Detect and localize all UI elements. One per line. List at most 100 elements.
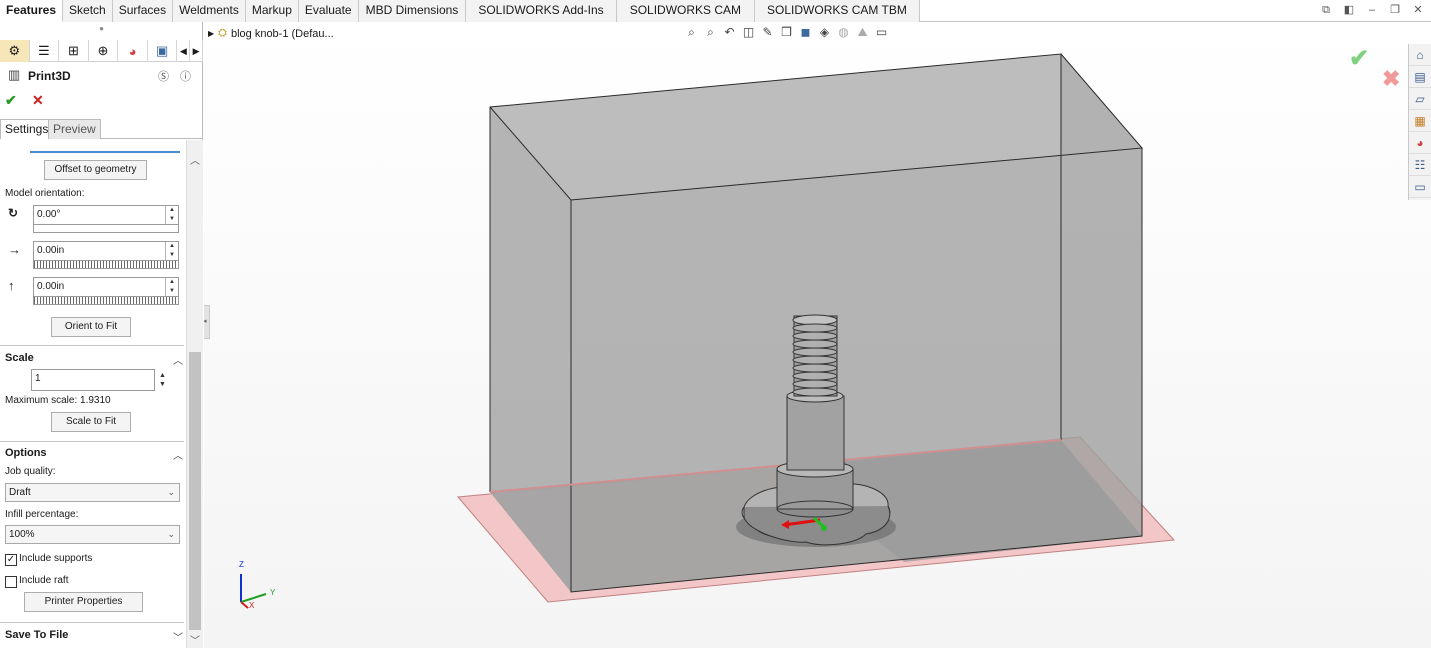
y-offset-spin-arrows[interactable]: ▲ ▼ [165,278,178,296]
view-orientation-icon[interactable]: ❒ [779,25,794,40]
tab-sketch[interactable]: Sketch [63,0,113,22]
tab-settings[interactable]: Settings [0,119,54,139]
display-style-icon[interactable]: ◼ [798,25,813,40]
dimxpert-manager-icon[interactable]: ⊕ [89,40,119,62]
maximum-scale-label: Maximum scale: 1.9310 [5,395,111,406]
scroll-down-icon[interactable]: ﹀ [190,632,200,647]
x-offset-input[interactable]: 0.00in ▲ ▼ [33,241,179,261]
zoom-to-area-icon[interactable]: ⌕ [703,25,718,40]
orientation-origin-dot[interactable] [821,525,827,531]
settings-preview-tabs: Settings Preview [0,119,203,139]
scroll-up-icon[interactable]: ︿ [190,152,200,167]
confirmation-ok-check-icon[interactable]: ✔ [1349,44,1369,73]
save-to-file-expand-chevron-icon[interactable]: ﹀ [173,629,183,644]
minimize-icon[interactable]: – [1365,4,1379,18]
job-quality-select[interactable]: Draft ⌄ [5,483,180,502]
zoom-to-fit-icon[interactable]: ⌕ [684,25,699,40]
save-to-file-section-heading[interactable]: Save To File [5,629,68,641]
offset-to-geometry-button[interactable]: Offset to geometry [44,160,147,180]
rotation-spin-arrows[interactable]: ▲ ▼ [165,206,178,224]
options-collapse-chevron-icon[interactable]: ︿ [173,447,183,462]
confirmation-cancel-x-icon[interactable]: ✖ [1382,66,1400,92]
apply-scene-icon[interactable]: ⛰ [855,25,870,40]
tab-scroll-left-icon[interactable]: ◀ [177,40,191,62]
x-offset-thumbwheel[interactable] [33,261,179,269]
tab-preview[interactable]: Preview [48,119,101,139]
panel-collapse-handle[interactable]: ◂ [204,305,210,339]
part-name-label: blog knob-1 (Defau... [230,27,334,40]
tile-side-icon[interactable]: ◧ [1342,4,1356,18]
scale-collapse-chevron-icon[interactable]: ︿ [173,352,183,367]
rotation-angle-input[interactable]: 0.00° ▲ ▼ [33,205,179,225]
custom-properties-icon[interactable]: ☷ [1409,154,1431,176]
tab-solidworks-cam-tbm[interactable]: SOLIDWORKS CAM TBM [755,0,920,22]
design-library-icon[interactable]: ▤ [1409,66,1431,88]
rotation-slider[interactable] [33,225,179,233]
tab-mbd-dimensions[interactable]: MBD Dimensions [358,0,467,22]
command-manager-ribbon: Features Sketch Surfaces Weldments Marku… [0,0,1431,22]
y-offset-input[interactable]: 0.00in ▲ ▼ [33,277,179,297]
chevron-down-icon: ⌄ [167,487,175,497]
display-manager-icon[interactable]: ◕ [118,40,148,62]
tab-weldments[interactable]: Weldments [173,0,246,22]
previous-view-icon[interactable]: ↶ [722,25,737,40]
cancel-x-icon[interactable]: ✕ [32,92,44,109]
scrollbar-thumb[interactable] [189,352,201,630]
ok-check-icon[interactable]: ✔ [5,92,17,109]
tab-solidworks-cam[interactable]: SOLIDWORKS CAM [616,0,756,22]
scale-to-fit-button[interactable]: Scale to Fit [51,412,131,432]
property-manager-panel: ● ⚙ ☰ ⊞ ⊕ ◕ ▣ ◀ ▶ ▥ Print3D Ⓢ ⓘ ✔ ✕ Sett… [0,22,203,648]
x-direction-arrow-icon: → [8,242,21,257]
tab-evaluate[interactable]: Evaluate [298,0,359,22]
section-view-icon[interactable]: ◫ [741,25,756,40]
section-divider [0,345,184,346]
printer-properties-button[interactable]: Printer Properties [24,592,143,612]
property-manager-scrollbar[interactable]: ︿ ﹀ [186,140,203,648]
print3d-icon: ▥ [8,67,21,82]
tile-icon[interactable]: ⧉ [1319,4,1333,18]
cam-manager-icon[interactable]: ▣ [148,40,178,62]
dynamic-annotation-icon[interactable]: ✎ [760,25,775,40]
tab-scroll-right-icon[interactable]: ▶ [190,40,203,62]
y-offset-thumbwheel[interactable] [33,297,179,305]
whats-wrong-icon[interactable]: Ⓢ [158,68,169,84]
tab-features[interactable]: Features [0,0,64,22]
configuration-manager-icon[interactable]: ⊞ [59,40,89,62]
scale-spin-arrows[interactable]: ▲ ▼ [159,371,166,389]
forum-icon[interactable]: ▭ [1409,176,1431,198]
panel-splitter-handle[interactable]: ● [0,22,203,38]
selection-box-edge [30,151,180,153]
expand-arrow-icon[interactable]: ▶ [208,29,214,38]
home-icon[interactable]: ⌂ [1409,44,1431,66]
orient-to-fit-button[interactable]: Orient to Fit [51,317,131,337]
knob-shaft [786,395,845,471]
view-settings-icon[interactable]: ▭ [874,25,889,40]
include-supports-checkbox[interactable]: ✓ [5,554,17,566]
file-explorer-icon[interactable]: ▱ [1409,88,1431,110]
tab-surfaces[interactable]: Surfaces [112,0,174,22]
x-offset-spin-arrows[interactable]: ▲ ▼ [165,242,178,260]
tab-markup[interactable]: Markup [245,0,299,22]
include-raft-checkbox[interactable] [5,576,17,588]
graphics-area[interactable]: Z Y X ▶ ⛭ blog knob-1 (Defau... ⌕ ⌕ ↶ ◫ … [204,22,1431,648]
feature-manager-icon[interactable]: ⚙ [0,40,30,62]
model-viewport[interactable]: Z Y X [204,22,1431,648]
include-raft-label: Include raft [19,575,69,586]
appearances-icon[interactable]: ◕ [1409,132,1431,154]
feature-tree-flyout[interactable]: ▶ ⛭ blog knob-1 (Defau... [208,27,334,40]
heads-up-view-toolbar: ⌕ ⌕ ↶ ◫ ✎ ❒ ◼ ◈ ◍ ⛰ ▭ [684,25,889,40]
help-icon[interactable]: ⓘ [180,68,191,84]
model-orientation-label: Model orientation: [5,188,85,199]
scale-section-heading[interactable]: Scale [5,352,34,364]
section-divider [0,622,184,623]
property-manager-icon[interactable]: ☰ [30,40,60,62]
tab-solidworks-add-ins[interactable]: SOLIDWORKS Add-Ins [466,0,617,22]
infill-percentage-select[interactable]: 100% ⌄ [5,525,180,544]
restore-icon[interactable]: ❐ [1388,4,1402,18]
scale-input[interactable]: 1 [31,369,155,391]
close-icon[interactable]: ✕ [1411,4,1425,18]
view-palette-icon[interactable]: ▦ [1409,110,1431,132]
options-section-heading[interactable]: Options [5,447,47,459]
hide-show-items-icon[interactable]: ◈ [817,25,832,40]
edit-appearance-icon[interactable]: ◍ [836,25,851,40]
